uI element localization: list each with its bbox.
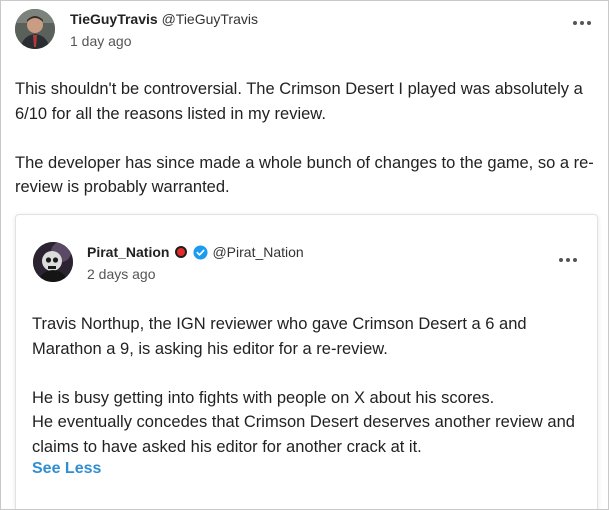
quoted-author-handle[interactable]: @Pirat_Nation [212, 244, 303, 260]
quoted-post[interactable]: Pirat_Nation @Pirat_Nation 2 days ago Tr… [15, 214, 598, 509]
author-line: TieGuyTravis @TieGuyTravis [70, 11, 258, 27]
post-timestamp[interactable]: 1 day ago [70, 33, 132, 49]
author-handle[interactable]: @TieGuyTravis [162, 11, 258, 27]
post-paragraph: The developer has since made a whole bun… [15, 153, 594, 197]
more-options-icon [573, 21, 591, 25]
quoted-post-body: Travis Northup, the IGN reviewer who gav… [32, 312, 582, 459]
post-card: TieGuyTravis @TieGuyTravis 1 day ago Thi… [0, 0, 609, 510]
quoted-author-avatar[interactable] [33, 242, 73, 282]
more-options-icon [559, 258, 577, 262]
more-options-button[interactable] [570, 11, 594, 35]
red-dot-badge-icon [175, 246, 188, 258]
author-name[interactable]: TieGuyTravis [70, 11, 158, 27]
quoted-timestamp[interactable]: 2 days ago [87, 266, 156, 282]
quoted-author-name[interactable]: Pirat_Nation [87, 244, 169, 260]
quoted-author-line: Pirat_Nation @Pirat_Nation [87, 244, 304, 260]
quoted-paragraph: Travis Northup, the IGN reviewer who gav… [32, 315, 527, 358]
see-less-link[interactable]: See Less [32, 459, 101, 479]
post-body: This shouldn't be controversial. The Cri… [15, 77, 597, 200]
author-avatar[interactable] [15, 9, 55, 49]
quoted-more-options-button[interactable] [556, 248, 580, 272]
user-avatar-icon [33, 242, 73, 282]
verified-check-icon [193, 244, 208, 260]
user-avatar-icon [15, 9, 55, 49]
post-paragraph: This shouldn't be controversial. The Cri… [15, 80, 583, 123]
quoted-paragraph: He is busy getting into fights with peop… [32, 388, 575, 456]
